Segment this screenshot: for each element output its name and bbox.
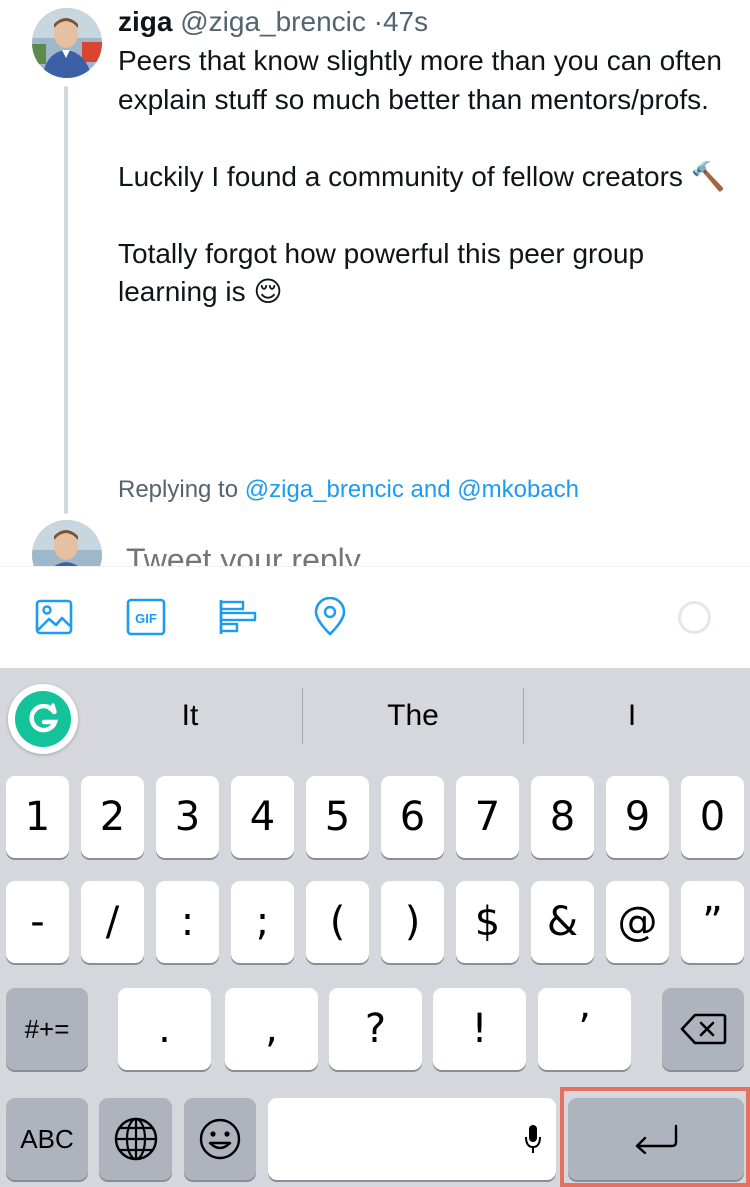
key-slash[interactable]: / <box>81 881 144 963</box>
header-separator: · <box>373 6 383 37</box>
replying-to-users[interactable]: @ziga_brencic and @mkobach <box>245 476 579 503</box>
key-4[interactable]: 4 <box>231 776 294 858</box>
delete-key[interactable] <box>662 988 744 1070</box>
my-avatar <box>32 520 102 566</box>
space-key[interactable] <box>268 1098 556 1180</box>
key-colon[interactable]: : <box>156 881 219 963</box>
suggestion-3[interactable]: I <box>524 688 740 744</box>
character-counter <box>678 601 711 634</box>
key-ampersand[interactable]: & <box>531 881 594 963</box>
key-apostrophe[interactable]: ’ <box>538 988 631 1070</box>
tweet-thread: ziga @ziga_brencic ·47s Peers that know … <box>0 0 750 566</box>
key-0[interactable]: 0 <box>681 776 744 858</box>
key-6[interactable]: 6 <box>381 776 444 858</box>
key-semicolon[interactable]: ; <box>231 881 294 963</box>
globe-key[interactable] <box>99 1098 172 1180</box>
key-exclamation[interactable]: ! <box>433 988 526 1070</box>
suggestion-bar: It The I <box>0 668 750 764</box>
key-9[interactable]: 9 <box>606 776 669 858</box>
suggestion-1[interactable]: It <box>80 688 300 744</box>
globe-icon <box>114 1117 157 1161</box>
grammarly-button[interactable] <box>8 684 78 754</box>
image-icon[interactable] <box>34 597 74 637</box>
key-quote[interactable]: ” <box>681 881 744 963</box>
tweet-paragraph-1: Peers that know slightly more than you c… <box>118 45 722 115</box>
key-8[interactable]: 8 <box>531 776 594 858</box>
gif-label: GIF <box>135 611 157 626</box>
compose-toolbar: GIF <box>0 566 750 668</box>
keyboard: It The I 1 2 3 4 5 6 7 8 9 0 - / : ; ( )… <box>0 668 750 1187</box>
tweet-text: Peers that know slightly more than you c… <box>118 42 728 312</box>
relieved-face-emoji: 😌 <box>253 276 283 307</box>
emoji-icon <box>199 1118 241 1160</box>
hammer-emoji: 🔨 <box>690 160 726 192</box>
key-5[interactable]: 5 <box>306 776 369 858</box>
thread-line <box>64 86 68 514</box>
tweet-paragraph-3: Totally forgot how powerful this peer gr… <box>118 237 645 308</box>
microphone-icon[interactable] <box>524 1124 542 1154</box>
author-avatar[interactable] <box>32 8 102 78</box>
key-question[interactable]: ? <box>329 988 422 1070</box>
return-key[interactable] <box>568 1098 744 1180</box>
key-at[interactable]: @ <box>606 881 669 963</box>
author-name[interactable]: ziga <box>118 6 172 37</box>
poll-icon[interactable] <box>218 597 258 637</box>
key-3[interactable]: 3 <box>156 776 219 858</box>
tweet-time: 47s <box>382 6 429 37</box>
replying-prefix: Replying to <box>118 476 239 503</box>
key-hyphen[interactable]: - <box>6 881 69 963</box>
return-icon <box>635 1124 678 1154</box>
key-dollar[interactable]: $ <box>456 881 519 963</box>
key-7[interactable]: 7 <box>456 776 519 858</box>
reply-input[interactable] <box>126 540 686 566</box>
replying-to-line: Replying to @ziga_brencic and @mkobach <box>118 474 579 506</box>
gif-icon[interactable]: GIF <box>126 597 166 637</box>
author-handle[interactable]: @ziga_brencic <box>180 6 366 37</box>
key-period[interactable]: . <box>118 988 211 1070</box>
tweet-paragraph-2: Luckily I found a community of fellow cr… <box>118 160 726 192</box>
suggestion-2[interactable]: The <box>303 688 523 744</box>
tweet-header: ziga @ziga_brencic ·47s <box>118 4 428 40</box>
abc-key[interactable]: ABC <box>6 1098 88 1180</box>
symbols-toggle-key[interactable]: #+= <box>6 988 88 1070</box>
key-open-paren[interactable]: ( <box>306 881 369 963</box>
location-icon[interactable] <box>310 596 350 637</box>
key-comma[interactable]: , <box>225 988 318 1070</box>
key-1[interactable]: 1 <box>6 776 69 858</box>
backspace-icon <box>680 1013 727 1045</box>
key-close-paren[interactable]: ) <box>381 881 444 963</box>
grammarly-icon <box>15 691 71 747</box>
key-2[interactable]: 2 <box>81 776 144 858</box>
emoji-key[interactable] <box>184 1098 256 1180</box>
